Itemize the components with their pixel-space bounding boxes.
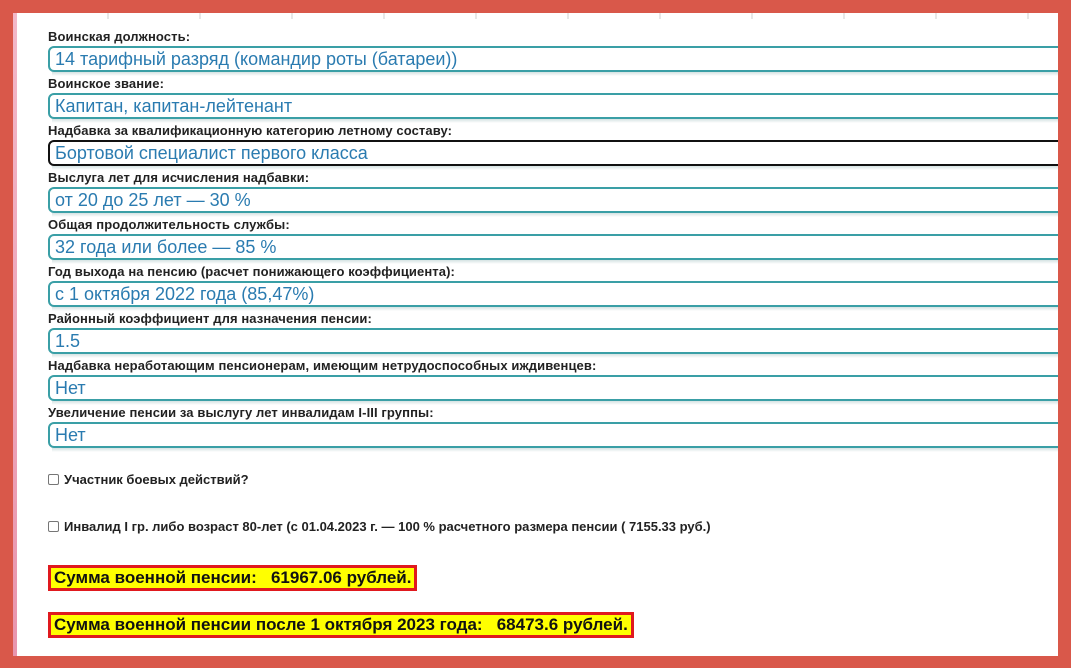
select-total-service[interactable]: 32 года или более — 85 % (48, 234, 1071, 260)
disabled-80-row: Инвалид I гр. либо возраст 80-лет (с 01.… (48, 519, 711, 534)
select-shadow (52, 72, 1062, 76)
select-regional-coefficient[interactable]: 1.5 (48, 328, 1071, 354)
select-flight-qualification[interactable]: Бортовой специалист первого класса (48, 140, 1071, 166)
select-disability-increase[interactable]: Нет (48, 422, 1071, 448)
label-flight-qualification: Надбавка за квалификационную категорию л… (48, 123, 453, 138)
label-disability-increase: Увеличение пенсии за выслугу лет инвалид… (48, 405, 434, 420)
top-strip (17, 13, 1058, 19)
disabled-80-checkbox[interactable] (48, 521, 59, 532)
select-retirement-year[interactable]: с 1 октября 2022 года (85,47%) (48, 281, 1071, 307)
label-dependents-bonus: Надбавка неработающим пенсионерам, имеющ… (48, 358, 597, 373)
left-accent-bar (13, 13, 17, 656)
disabled-80-label: Инвалид I гр. либо возраст 80-лет (с 01.… (64, 519, 711, 534)
combat-veteran-label: Участник боевых действий? (64, 472, 249, 487)
combat-veteran-row: Участник боевых действий? (48, 472, 249, 487)
label-service-years-bonus: Выслуга лет для исчисления надбавки: (48, 170, 310, 185)
select-service-years-bonus[interactable]: от 20 до 25 лет — 30 % (48, 187, 1071, 213)
label-military-rank: Воинское звание: (48, 76, 165, 91)
select-military-position[interactable]: 14 тарифный разряд (командир роты (батар… (48, 46, 1071, 72)
pension-result: Сумма военной пенсии: 61967.06 рублей. (48, 565, 418, 591)
select-dependents-bonus[interactable]: Нет (48, 375, 1071, 401)
label-total-service: Общая продолжительность службы: (48, 217, 290, 232)
select-shadow (52, 448, 1062, 452)
label-military-position: Воинская должность: (48, 29, 191, 44)
label-retirement-year: Год выхода на пенсию (расчет понижающего… (48, 264, 455, 279)
combat-veteran-checkbox[interactable] (48, 474, 59, 485)
pension-after-result: Сумма военной пенсии после 1 октября 202… (48, 612, 634, 638)
select-military-rank[interactable]: Капитан, капитан-лейтенант (48, 93, 1071, 119)
label-regional-coefficient: Районный коэффициент для назначения пенс… (48, 311, 372, 326)
